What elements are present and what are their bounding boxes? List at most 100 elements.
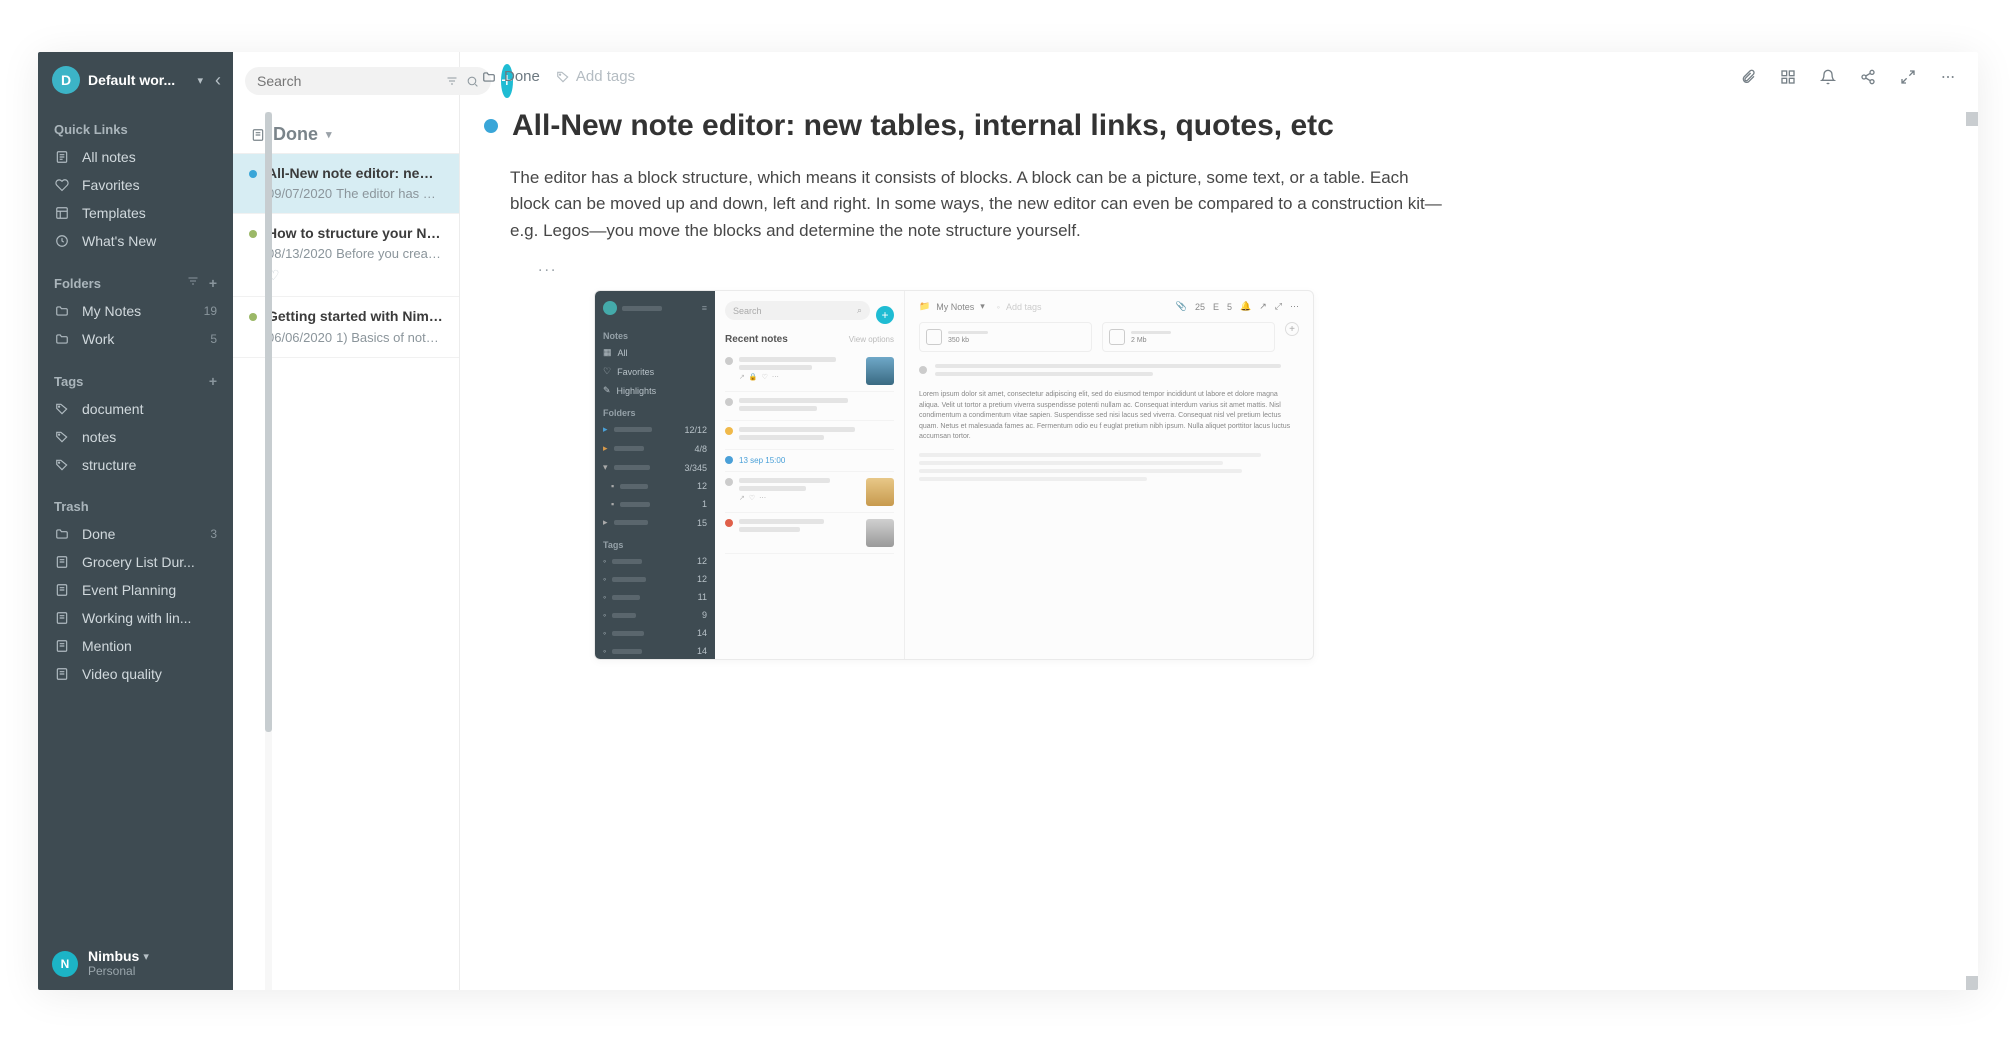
trash-label: Video quality xyxy=(82,666,217,682)
folders-header: Folders xyxy=(54,276,101,291)
heart-icon: ♡ xyxy=(603,366,611,377)
folder-count: 5 xyxy=(210,332,217,346)
expand-icon[interactable] xyxy=(1900,69,1916,85)
brand-name[interactable]: Nimbus xyxy=(88,949,139,964)
chevron-down-icon[interactable]: ▾ xyxy=(326,128,332,141)
add-tag-icon[interactable]: + xyxy=(209,373,217,389)
collapse-sidebar-icon[interactable]: ‹ xyxy=(211,70,225,91)
tag-icon xyxy=(54,458,70,472)
embed-ed-count: 5 xyxy=(1227,302,1232,312)
breadcrumb-label: Done xyxy=(504,68,540,85)
brand-chevron-icon[interactable]: ▾ xyxy=(143,951,149,963)
embed-label: Highlights xyxy=(617,386,657,396)
tag-label: notes xyxy=(82,429,217,445)
add-icon: + xyxy=(1285,322,1299,336)
trash-label: Event Planning xyxy=(82,582,217,598)
embedded-image: ≡ Notes ▦All ♡Favorites ✎Highlights Fold… xyxy=(594,290,1314,660)
embed-count: 11 xyxy=(698,592,707,602)
sidebar-item-templates[interactable]: Templates xyxy=(38,199,233,227)
trash-item[interactable]: Grocery List Dur... xyxy=(38,548,233,576)
sidebar-item-whats-new[interactable]: What's New xyxy=(38,227,233,255)
embed-count: 14 xyxy=(697,628,707,638)
note-date: 09/07/2020 xyxy=(267,186,332,201)
note-title[interactable]: All-New note editor: new tables, interna… xyxy=(512,109,1334,143)
file-icon xyxy=(926,329,942,345)
bell-icon[interactable] xyxy=(1820,69,1836,85)
status-dot-icon xyxy=(249,230,257,238)
breadcrumb[interactable]: Done xyxy=(482,68,540,85)
trash-header: Trash xyxy=(54,499,89,514)
embed-attach-count: 25 xyxy=(1195,302,1205,312)
more-icon[interactable] xyxy=(1940,69,1956,85)
folder-icon xyxy=(54,332,70,346)
favorite-icon[interactable]: ♡ xyxy=(249,267,443,284)
clock-icon xyxy=(54,234,70,248)
search-input[interactable] xyxy=(257,73,438,89)
tag-label: document xyxy=(82,401,217,417)
add-tags-button[interactable]: Add tags xyxy=(556,68,635,85)
sidebar-scrollbar[interactable] xyxy=(265,112,272,990)
share-icon[interactable] xyxy=(1860,69,1876,85)
embed-size: 2 Mb xyxy=(1131,337,1171,344)
note-title: How to structure your Nimbu... xyxy=(267,224,443,242)
sidebar-folder-my-notes[interactable]: My Notes 19 xyxy=(38,297,233,325)
sidebar-item-all-notes[interactable]: All notes xyxy=(38,143,233,171)
attach-icon[interactable] xyxy=(1740,69,1756,85)
search-input-container[interactable] xyxy=(245,67,491,95)
trash-item[interactable]: Video quality xyxy=(38,660,233,688)
tag-icon: ◦ xyxy=(603,610,606,620)
tag-icon: ◦ xyxy=(603,628,606,638)
main-scrollbar[interactable] xyxy=(1966,112,1978,990)
workspace-chevron-icon[interactable]: ▾ xyxy=(197,74,203,87)
trash-label: Mention xyxy=(82,638,217,654)
trash-item[interactable]: Mention xyxy=(38,632,233,660)
note-title: Getting started with Nimbus ... xyxy=(267,307,443,325)
note-icon xyxy=(54,555,70,569)
note-body-text[interactable]: The editor has a block structure, which … xyxy=(510,165,1450,244)
sidebar-item-label: What's New xyxy=(82,233,217,249)
filter-icon[interactable] xyxy=(446,75,458,88)
status-dot-icon xyxy=(249,170,257,178)
sidebar-tag-document[interactable]: document xyxy=(38,395,233,423)
trash-item[interactable]: Working with lin... xyxy=(38,604,233,632)
sort-icon[interactable] xyxy=(187,275,199,291)
sidebar-tag-structure[interactable]: structure xyxy=(38,451,233,479)
tag-icon xyxy=(54,402,70,416)
note-date: 08/13/2020 xyxy=(267,246,332,261)
tag-icon: ◦ xyxy=(997,302,1000,312)
expand-icon: ⤢ xyxy=(1275,301,1282,312)
attach-icon: 📎 xyxy=(1176,301,1187,312)
note-preview: Before you create an... xyxy=(336,246,443,261)
embed-count: 9 xyxy=(702,610,707,620)
tag-icon: ◦ xyxy=(603,574,606,584)
add-folder-icon[interactable]: + xyxy=(209,275,217,291)
note-icon xyxy=(54,150,70,164)
grid-icon[interactable] xyxy=(1780,69,1796,85)
embed-add-tags: Add tags xyxy=(1006,302,1042,312)
note-date: 06/06/2020 xyxy=(267,330,332,345)
editor-panel: Done Add tags All-New note editor: new t… xyxy=(460,52,1978,990)
sidebar-item-favorites[interactable]: Favorites xyxy=(38,171,233,199)
sidebar-tag-notes[interactable]: notes xyxy=(38,423,233,451)
ellipsis-icon: ... xyxy=(538,258,1938,276)
note-preview: 1) Basics of note crea... xyxy=(336,330,443,345)
embed-count: 14 xyxy=(697,646,707,656)
trash-item[interactable]: Event Planning xyxy=(38,576,233,604)
embed-count: 12 xyxy=(697,574,707,584)
quick-links-header: Quick Links xyxy=(54,122,128,137)
sidebar-item-label: Templates xyxy=(82,205,217,221)
embed-size: 350 kb xyxy=(948,337,988,344)
note-title: All-New note editor: new tab... xyxy=(267,164,443,182)
brand-avatar[interactable]: N xyxy=(52,951,78,977)
share-icon: ↗ xyxy=(1259,301,1267,312)
folder-icon: 📁 xyxy=(919,301,930,312)
status-dot-icon xyxy=(249,313,257,321)
note-icon xyxy=(54,611,70,625)
sidebar-folder-work[interactable]: Work 5 xyxy=(38,325,233,353)
embed-count: 12 xyxy=(697,481,707,491)
workspace-avatar[interactable]: D xyxy=(52,66,80,94)
trash-item-done[interactable]: Done 3 xyxy=(38,520,233,548)
grid-icon: ▦ xyxy=(603,347,612,358)
workspace-name[interactable]: Default wor... xyxy=(88,72,189,88)
embed-count: 15 xyxy=(697,518,707,528)
